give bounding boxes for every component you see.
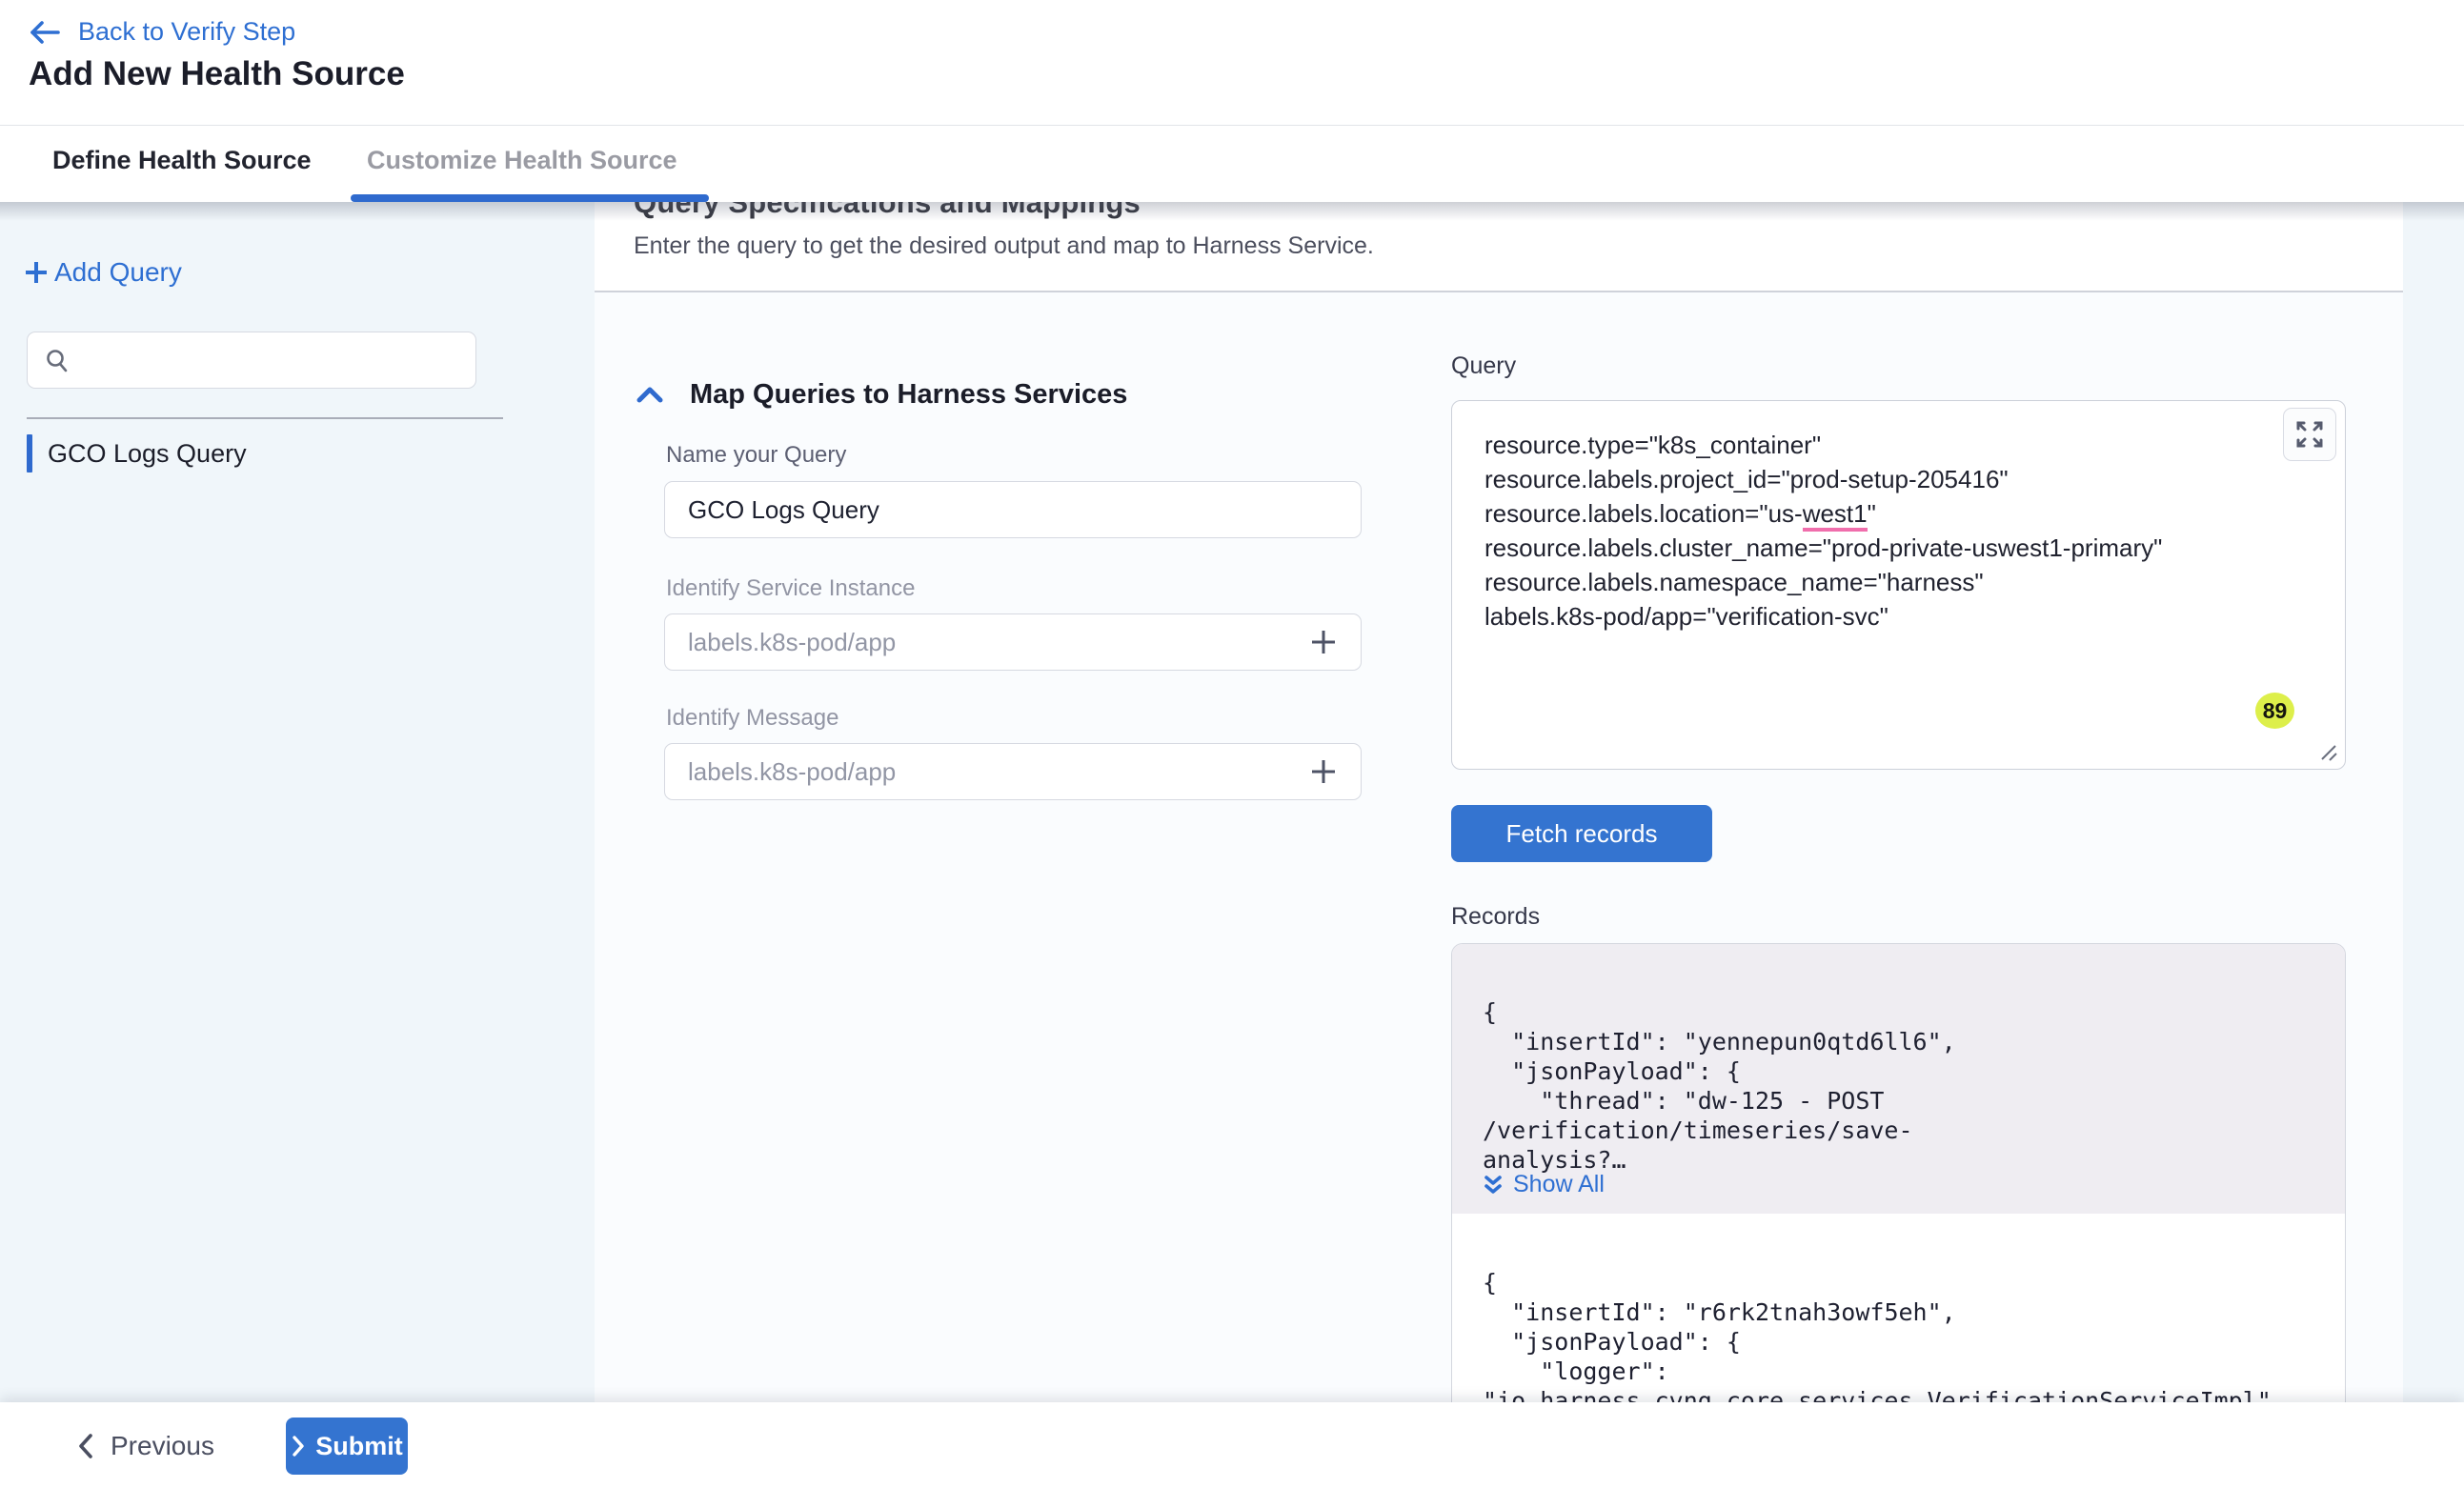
character-count-badge: 89 [2255, 693, 2294, 729]
sidebar-divider [27, 417, 503, 419]
back-to-verify-step-link[interactable]: Back to Verify Step [29, 17, 295, 47]
show-all-link[interactable]: Show All [1483, 1171, 1605, 1198]
back-arrow-icon [29, 20, 61, 45]
double-chevron-down-icon [1483, 1174, 1504, 1196]
customize-health-source-panel: Query Specifications and Mappings Enter … [595, 202, 2403, 1488]
service-instance-label: Identify Service Instance [666, 575, 915, 602]
identify-message-label: Identify Message [666, 705, 838, 732]
name-query-label: Name your Query [666, 442, 846, 469]
query-textarea[interactable]: resource.type="k8s_container" resource.l… [1451, 400, 2346, 770]
query-label: Query [1451, 352, 1516, 380]
name-query-field[interactable] [664, 481, 1362, 538]
tab-define-health-source[interactable]: Define Health Source [52, 146, 312, 175]
chevron-left-icon [76, 1433, 95, 1459]
records-label: Records [1451, 903, 1540, 931]
record-json: { "insertId": "yennepun0qtd6ll6", "jsonP… [1483, 997, 2321, 1175]
add-service-instance-icon[interactable] [1309, 628, 1338, 656]
chevron-up-icon[interactable] [636, 386, 663, 405]
name-query-input[interactable] [688, 495, 1338, 525]
tab-bar: Define Health Source Customize Health So… [0, 127, 2464, 202]
identify-message-input[interactable] [688, 757, 1309, 787]
map-queries-section-title: Map Queries to Harness Services [690, 379, 1127, 411]
query-text: resource.type="k8s_container" resource.l… [1484, 428, 2285, 633]
add-message-icon[interactable] [1309, 757, 1338, 786]
tabbar-shadow [0, 202, 2464, 221]
expand-query-button[interactable] [2283, 408, 2336, 461]
chevron-right-icon [291, 1435, 306, 1458]
service-instance-input[interactable] [688, 628, 1309, 657]
query-search-field[interactable] [27, 332, 476, 389]
resize-handle[interactable] [2316, 744, 2337, 761]
fullscreen-icon [2295, 420, 2324, 449]
active-tab-indicator [351, 194, 709, 202]
page-header: Back to Verify Step Add New Health Sourc… [0, 0, 2464, 126]
page-title: Add New Health Source [29, 55, 405, 93]
heading-divider [595, 291, 2403, 292]
record-json[interactable]: { "insertId": "r6rk2tnah3owf5eh", "jsonP… [1483, 1268, 2321, 1416]
query-item-label: GCO Logs Query [48, 439, 247, 469]
fetch-records-button[interactable]: Fetch records [1451, 805, 1712, 862]
submit-button[interactable]: Submit [286, 1418, 408, 1475]
sidebar-item-gco-logs-query[interactable]: GCO Logs Query [27, 431, 503, 476]
add-query-button[interactable]: Add Query [24, 257, 182, 288]
selected-indicator [27, 434, 32, 473]
query-list-sidebar: Add Query GCO Logs Query [0, 202, 595, 1402]
search-icon [45, 348, 70, 372]
footer-bar: Previous Submit [0, 1402, 2464, 1488]
page-subheading: Enter the query to get the desired outpu… [634, 232, 1374, 260]
spellcheck-marker: west1 [1803, 499, 1868, 532]
query-search-input[interactable] [83, 347, 464, 374]
previous-button[interactable]: Previous [76, 1418, 214, 1475]
record-item[interactable]: { "insertId": "yennepun0qtd6ll6", "jsonP… [1452, 944, 2345, 1214]
plus-icon [24, 260, 49, 285]
service-instance-field[interactable] [664, 613, 1362, 671]
tab-customize-health-source[interactable]: Customize Health Source [367, 146, 677, 175]
identify-message-field[interactable] [664, 743, 1362, 800]
